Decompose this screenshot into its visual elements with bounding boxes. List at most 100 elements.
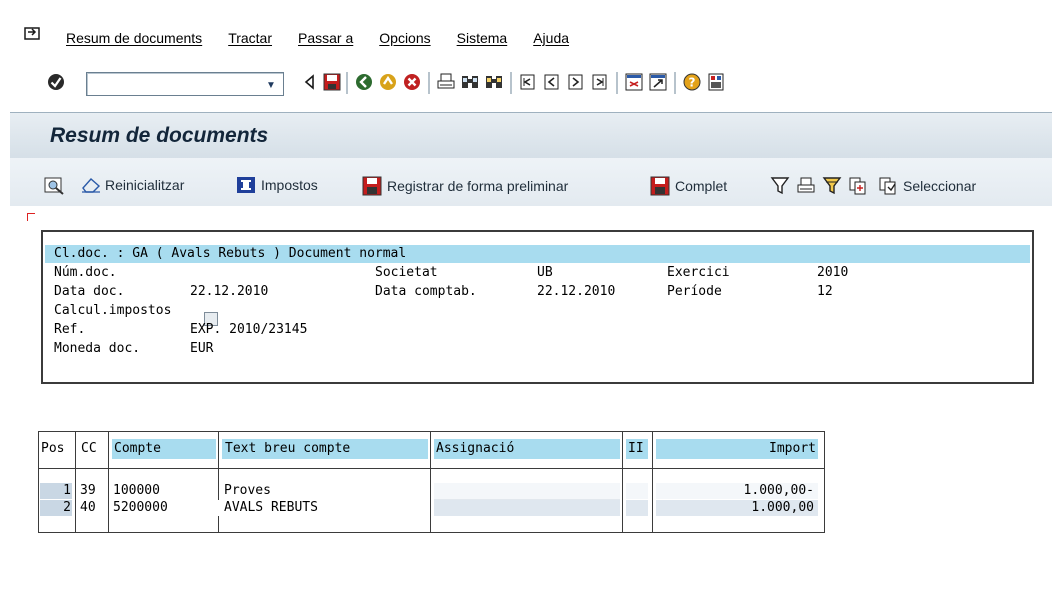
copy-icon [849,177,866,195]
exercici-value: 2010 [817,265,849,280]
data-comptab-value: 22.12.2010 [537,284,616,299]
column-divider [218,431,219,533]
table-cell-import[interactable]: 1.000,00- [656,483,814,499]
table-cell-import[interactable]: 1.000,00 [656,500,814,516]
table-cell-text: AVALS REBUTS [224,500,318,515]
set-filter-icon [822,177,842,195]
ref-value: EXP. 2010/23145 [190,322,308,337]
ii-field[interactable] [626,483,648,499]
document-type-line: Cl.doc. : GA ( Avals Rebuts ) Document n… [54,246,407,261]
reset-button[interactable]: Reinicialitzar [80,176,184,194]
copy-button[interactable] [848,176,873,196]
assignacio-field[interactable] [434,483,620,500]
moneda-label: Moneda doc. [54,341,141,356]
menu-tractar[interactable]: Tractar [228,30,272,46]
column-divider [108,431,109,533]
park-button[interactable]: Registrar de forma preliminar [362,176,568,196]
column-header-import[interactable]: Import [656,439,816,459]
toolbar-separator [346,72,348,94]
enter-icon[interactable] [46,72,66,92]
exit-icon[interactable] [378,72,398,92]
column-divider [430,431,431,533]
column-header-cc[interactable]: CC [81,439,97,459]
page-title: Resum de documents [50,124,269,147]
toolbar-separator [510,72,512,94]
header-separator [38,468,825,469]
prev-page-icon[interactable] [542,72,562,92]
menu-ajuda[interactable]: Ajuda [533,30,569,46]
save-icon[interactable] [322,72,342,92]
command-field[interactable] [86,72,284,96]
menu-opcions[interactable]: Opcions [379,30,430,46]
taxes-button[interactable]: Impostos [236,176,318,194]
periode-label: Període [667,284,722,299]
eraser-icon [82,178,101,193]
complete-button[interactable]: Complet [650,176,727,196]
assignacio-field[interactable] [434,500,620,516]
column-divider [75,431,76,533]
num-doc-label: Núm.doc. [54,265,117,280]
focus-marker [27,213,35,214]
table-cell-compte[interactable]: 5200000 [113,500,168,516]
societat-label: Societat [375,265,438,280]
select-button[interactable]: Seleccionar [878,176,976,196]
first-page-icon[interactable] [518,72,538,92]
print-button[interactable] [796,176,821,196]
toolbar-separator [674,72,676,94]
complete-label: Complet [675,178,728,194]
cancel-icon[interactable] [402,72,422,92]
chevron-down-icon[interactable]: ▼ [266,80,276,91]
info-icon [237,177,255,193]
menu-sistema[interactable]: Sistema [457,30,508,46]
last-page-icon[interactable] [590,72,610,92]
toolbar-separator [428,72,430,94]
column-header-pos[interactable]: Pos [41,439,64,459]
print-icon[interactable] [436,72,456,92]
back-nav-icon[interactable] [354,72,374,92]
focus-marker [27,213,28,221]
svg-text:?: ? [689,76,696,90]
column-header-text[interactable]: Text breu compte [225,439,350,459]
set-filter-button[interactable] [822,176,847,196]
select-icon [879,177,896,195]
find-next-icon[interactable] [484,72,504,92]
data-doc-value: 22.12.2010 [190,284,269,299]
display-button[interactable] [44,176,69,196]
back-icon[interactable] [300,72,320,92]
menu-items: Resum de documents Tractar Passar a Opci… [66,30,595,46]
new-session-icon[interactable] [624,72,644,92]
shortcut-icon[interactable] [648,72,668,92]
ref-label: Ref. [54,322,86,337]
table-cell-text: Proves [224,483,271,498]
next-page-icon[interactable] [566,72,586,92]
table-cell-compte[interactable]: 100000 [113,483,160,499]
ii-field[interactable] [626,500,648,516]
periode-value: 12 [817,284,833,299]
park-label: Registrar de forma preliminar [387,178,569,194]
system-menu-icon[interactable] [24,26,42,42]
filter-button[interactable] [770,176,795,196]
layout-icon[interactable] [706,72,726,92]
column-header-ii[interactable]: II [628,439,644,459]
select-label: Seleccionar [903,178,977,194]
save-icon [362,176,382,196]
save-icon [650,176,670,196]
find-icon[interactable] [460,72,480,92]
column-divider [622,431,623,533]
help-icon[interactable]: ? [682,72,702,92]
exercici-label: Exercici [667,265,730,280]
menu-bar [0,0,1052,56]
reset-label: Reinicialitzar [105,177,185,193]
magnifier-icon [44,177,64,195]
moneda-value: EUR [190,341,214,356]
taxes-label: Impostos [261,177,318,193]
data-comptab-label: Data comptab. [375,284,477,299]
data-doc-label: Data doc. [54,284,125,299]
menu-resum-de-documents[interactable]: Resum de documents [66,30,202,46]
column-header-compte[interactable]: Compte [114,439,161,459]
table-cell-pos: 1 [63,483,71,498]
filter-icon [770,177,790,195]
column-header-assignacio[interactable]: Assignació [436,439,514,459]
menu-passar-a[interactable]: Passar a [298,30,353,46]
societat-value: UB [537,265,553,280]
